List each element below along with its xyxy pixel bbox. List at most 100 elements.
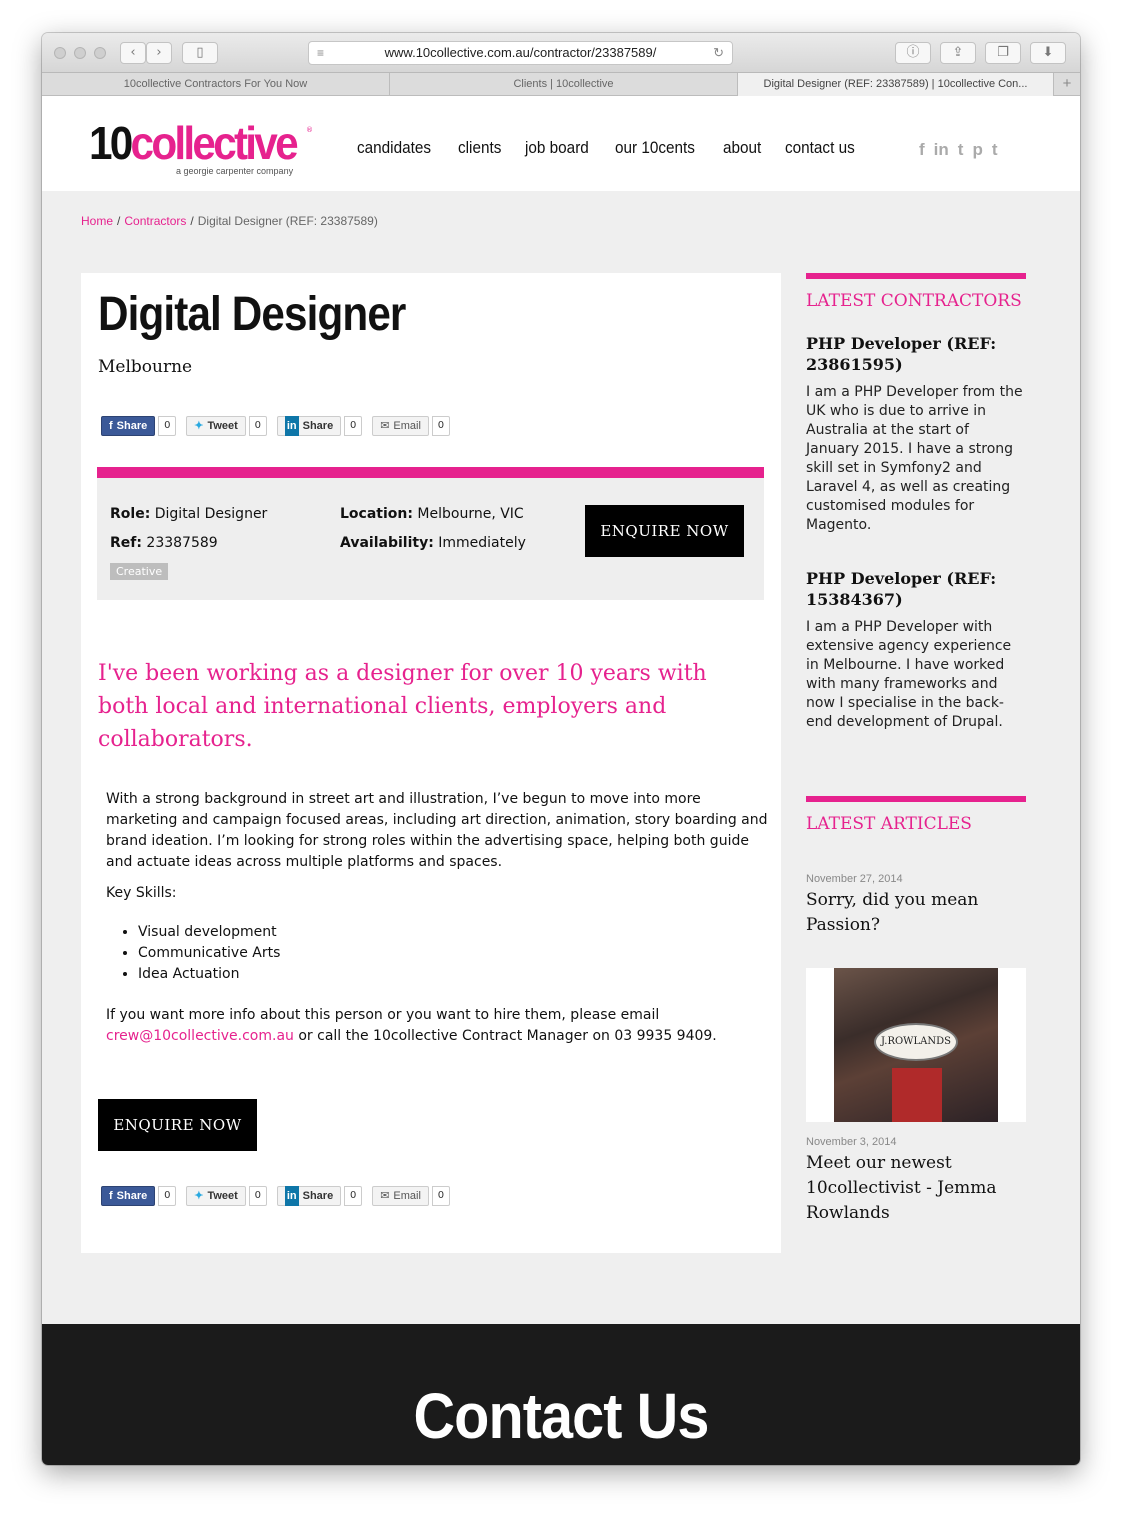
list-item: Communicative Arts <box>138 943 771 964</box>
contractor-summary: I am a PHP Developer with extensive agen… <box>806 619 1012 730</box>
article-item[interactable]: November 3, 2014 Meet our newest 10colle… <box>806 1136 1026 1226</box>
email-label: Email <box>393 1190 421 1202</box>
job-info-box: Role: Digital Designer Ref: 23387589 Loc… <box>97 467 764 600</box>
new-tab-button[interactable]: + <box>1054 73 1080 96</box>
article-item[interactable]: November 27, 2014 Sorry, did you mean Pa… <box>806 873 1026 938</box>
share-label: Share <box>116 420 148 432</box>
tab-digital-designer[interactable]: Digital Designer (REF: 23387589) | 10col… <box>738 73 1054 96</box>
location-field: Location: Melbourne, VIC <box>340 506 524 522</box>
share-label: Share <box>302 1190 334 1202</box>
list-item: Idea Actuation <box>138 964 771 985</box>
download-icon[interactable]: ⬇ <box>1030 42 1066 64</box>
twitter-share[interactable]: ✦ Tweet 0 <box>186 1185 267 1207</box>
site-header: 10collective ® a georgie carpenter compa… <box>42 96 1080 191</box>
address-bar[interactable]: ≡ www.10collective.com.au/contractor/233… <box>308 41 733 65</box>
twitter-icon: ✦ <box>194 420 204 432</box>
nav-job-board[interactable]: job board <box>525 138 589 158</box>
facebook-icon: f <box>109 1190 113 1202</box>
logo-collective: collective <box>130 117 299 169</box>
location-label: Location: <box>340 506 413 522</box>
article-thumbnail[interactable]: J.ROWLANDS <box>806 968 1026 1122</box>
sidebar-icon[interactable]: ▯ <box>182 42 218 64</box>
role-label: Role: <box>110 506 151 522</box>
facebook-share[interactable]: f Share 0 <box>101 1185 177 1207</box>
category-tag[interactable]: Creative <box>110 563 169 580</box>
info-icon[interactable]: ⓘ <box>895 42 931 64</box>
minimize-window-button[interactable] <box>74 47 86 59</box>
location-value: Melbourne, VIC <box>417 506 524 522</box>
linkedin-icon: in <box>284 1186 299 1206</box>
article-date: November 3, 2014 <box>806 1136 897 1148</box>
nav-about[interactable]: about <box>723 138 761 158</box>
contact-email-link[interactable]: crew@10collective.com.au <box>106 1028 294 1044</box>
email-label: Email <box>393 420 421 432</box>
linkedin-share[interactable]: in Share 0 <box>276 415 363 437</box>
logo-tagline: a georgie carpenter company <box>176 166 294 176</box>
linkedin-icon: in <box>284 416 299 436</box>
breadcrumb: Home / Contractors / Digital Designer (REF: … <box>81 214 378 228</box>
contractor-title[interactable]: PHP Developer (REF: 15384367) <box>806 568 1026 610</box>
contractor-summary: I am a PHP Developer from the UK who is … <box>806 384 1023 533</box>
breadcrumb-home[interactable]: Home <box>81 214 113 228</box>
share-label: Share <box>116 1190 148 1202</box>
sidebar-divider <box>806 796 1026 802</box>
linkedin-share[interactable]: in Share 0 <box>276 1185 363 1207</box>
job-card: Digital Designer Melbourne f Share 0 ✦ Twee… <box>81 273 781 1253</box>
email-share[interactable]: ✉ Email 0 <box>372 1185 450 1207</box>
contractor-item[interactable]: PHP Developer (REF: 15384367) I am a PHP… <box>806 568 1026 732</box>
availability-label: Availability: <box>340 535 434 551</box>
photo-detail <box>892 1068 942 1122</box>
article-title[interactable]: Meet our newest 10collectivist - Jemma R… <box>806 1151 1026 1226</box>
tweet-count: 0 <box>248 1186 267 1206</box>
contractor-item[interactable]: PHP Developer (REF: 23861595) I am a PHP… <box>806 333 1026 535</box>
tab-clients[interactable]: Clients | 10collective <box>390 73 738 96</box>
description-paragraph: With a strong background in street art a… <box>106 791 768 870</box>
share-label: Share <box>302 420 334 432</box>
zoom-window-button[interactable] <box>94 47 106 59</box>
browser-toolbar: ‹ › ▯ ≡ www.10collective.com.au/contract… <box>42 33 1080 73</box>
availability-field: Availability: Immediately <box>340 535 526 551</box>
lead-text: I've been working as a designer for over… <box>98 661 707 752</box>
contractor-title[interactable]: PHP Developer (REF: 23861595) <box>806 333 1026 375</box>
role-field: Role: Digital Designer <box>110 506 267 522</box>
linkedin-icon[interactable]: in <box>934 140 949 160</box>
tab-contractors[interactable]: 10collective Contractors For You Now <box>42 73 390 96</box>
article-title[interactable]: Sorry, did you mean Passion? <box>806 888 1026 938</box>
contact-paragraph: If you want more info about this person … <box>106 1005 771 1047</box>
enquire-now-button[interactable]: ENQUIRE NOW <box>585 505 744 557</box>
breadcrumb-current: Digital Designer (REF: 23387589) <box>197 214 378 228</box>
twitter-share[interactable]: ✦ Tweet 0 <box>186 415 267 437</box>
logo-registered: ® <box>306 126 313 134</box>
nav-our-10cents[interactable]: our 10cents <box>615 138 695 158</box>
enquire-now-button-bottom[interactable]: ENQUIRE NOW <box>98 1099 257 1151</box>
logo-ten: 10 <box>89 117 133 169</box>
twitter-icon[interactable]: t <box>958 140 964 160</box>
share-icon[interactable]: ⇪ <box>940 42 976 64</box>
breadcrumb-contractors[interactable]: Contractors <box>124 214 186 228</box>
contact-post: or call the 10collective Contract Manage… <box>293 1028 717 1044</box>
reader-icon[interactable]: ≡ <box>317 42 324 64</box>
envelope-icon: ✉ <box>380 1190 390 1202</box>
ref-field: Ref: 23387589 <box>110 535 218 551</box>
ref-label: Ref: <box>110 535 142 551</box>
breadcrumb-separator: / <box>190 214 194 228</box>
nav-contact-us[interactable]: contact us <box>785 138 855 158</box>
sidebar-divider <box>806 273 1026 279</box>
facebook-icon[interactable]: f <box>919 140 925 160</box>
close-window-button[interactable] <box>54 47 66 59</box>
reload-icon[interactable]: ↻ <box>713 42 724 64</box>
social-links: f in t p t <box>919 140 998 160</box>
forward-icon[interactable]: › <box>146 42 172 64</box>
email-share[interactable]: ✉ Email 0 <box>372 415 450 437</box>
back-icon[interactable]: ‹ <box>120 42 146 64</box>
nav-clients[interactable]: clients <box>458 138 501 158</box>
facebook-share[interactable]: f Share 0 <box>101 415 177 437</box>
tumblr-icon[interactable]: t <box>992 140 998 160</box>
tabs-icon[interactable]: ❐ <box>985 42 1021 64</box>
tweet-label: Tweet <box>207 1190 238 1202</box>
share-bar-top: f Share 0 ✦ Tweet 0 in Share 0 ✉ Email 0 <box>101 415 450 437</box>
pinterest-icon[interactable]: p <box>972 140 982 160</box>
site-logo[interactable]: 10collective <box>89 117 299 169</box>
role-value: Digital Designer <box>154 506 268 522</box>
nav-candidates[interactable]: candidates <box>357 138 431 158</box>
